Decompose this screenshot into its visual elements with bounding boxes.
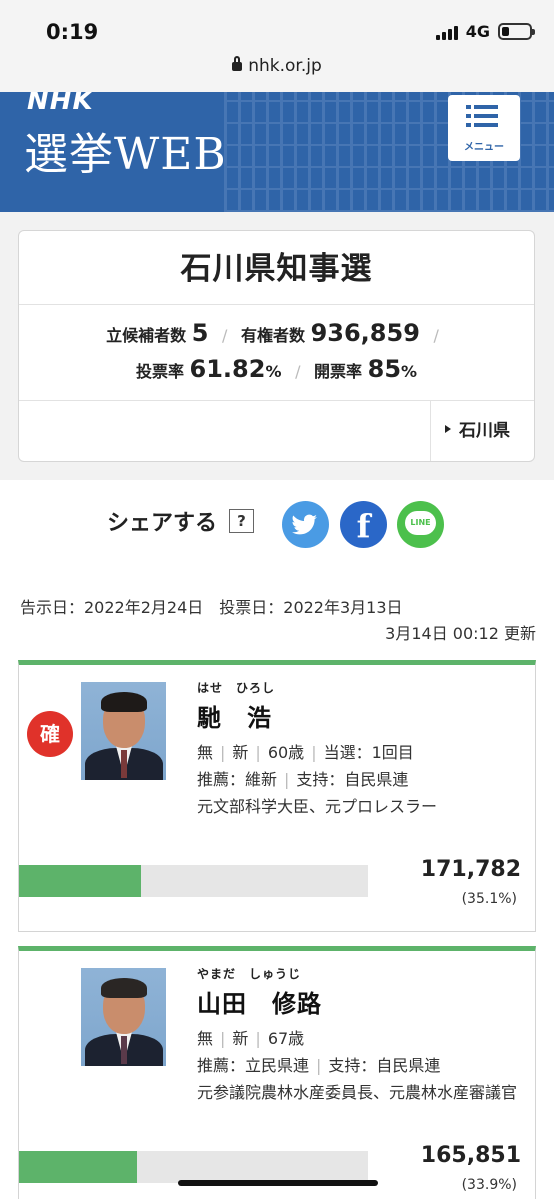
nhk-logo[interactable]: NHK — [27, 92, 94, 116]
candidate-party: 無 — [197, 743, 214, 762]
candidates-count-value: 5 — [191, 319, 209, 347]
prefecture-link[interactable]: 石川県 — [430, 401, 534, 461]
candidate-info: はせ ひろし 馳 浩 無 | 新 | 60歳 | 当選：1回目 推薦：維新 | 支持：自民県連 … — [197, 679, 517, 820]
line-icon[interactable]: LINE — [397, 501, 444, 548]
candidate-status: 新 — [232, 743, 249, 762]
url-text: nhk.or.jp — [248, 56, 322, 76]
menu-button[interactable]: メニュー — [448, 95, 520, 161]
candidate-party: 無 — [197, 1029, 214, 1048]
network-type: 4G — [465, 22, 490, 41]
candidate-name: 山田 修路 — [197, 990, 322, 1018]
candidate-endorse: 推薦：立民県連 — [197, 1056, 310, 1075]
menu-label: メニュー — [464, 142, 504, 153]
candidate-card[interactable]: 確 はせ ひろし 馳 浩 無 | 新 | 60歳 | 当選：1回目 推薦：維新 | 支持：自民県… — [18, 660, 536, 932]
vote-bar-fill — [19, 1151, 138, 1183]
candidate-career: 元参議院農林水産委員長、元農林水産審議官 — [197, 1083, 518, 1102]
prefecture-row: 石川県 — [19, 401, 534, 461]
facebook-icon[interactable]: f — [340, 501, 387, 548]
election-title: 石川県知事選 — [19, 231, 534, 305]
battery-icon — [498, 23, 535, 40]
candidate-basic-info: 無 | 新 | 60歳 | 当選：1回目 — [197, 743, 414, 762]
candidate-photo — [81, 968, 166, 1066]
candidate-kana: はせ ひろし — [197, 681, 276, 695]
candidate-endorsements: 推薦：維新 | 支持：自民県連 — [197, 770, 409, 789]
vote-count: 165,851 — [420, 1143, 521, 1168]
vote-percentage: (33.9%) — [461, 1177, 517, 1193]
vote-bar — [19, 865, 368, 897]
candidate-info: やまだ しゅうじ 山田 修路 無 | 新 | 67歳 推薦：立民県連 | 支持：自民県連 元… — [197, 965, 517, 1106]
stat-line-2: 投票率 61.82% / 開票率 85% — [135, 355, 418, 383]
share-row: シェアする ? — [107, 505, 255, 537]
election-summary-card: 石川県知事選 立候補者数 5 / 有権者数 936,859 / 投票率 61.8… — [18, 230, 535, 462]
turnout-unit: % — [265, 362, 282, 381]
candidate-basic-info: 無 | 新 | 67歳 — [197, 1029, 305, 1048]
results-section: シェアする ? f LINE 告示日：2022年2月24日 投票日：2022年3… — [0, 480, 554, 1199]
site-title[interactable]: 選挙WEB — [24, 118, 227, 182]
status-indicators: 4G — [435, 22, 535, 41]
twitter-icon[interactable] — [282, 501, 329, 548]
vote-bar — [19, 1151, 368, 1183]
candidate-kana: やまだ しゅうじ — [197, 967, 302, 981]
candidate-name: 馳 浩 — [197, 704, 272, 732]
election-stats: 立候補者数 5 / 有権者数 936,859 / 投票率 61.82% / 開票… — [19, 305, 534, 401]
address-bar[interactable]: nhk.or.jp — [0, 56, 554, 76]
lock-icon — [232, 56, 243, 71]
share-help-button[interactable]: ? — [229, 509, 255, 533]
turnout-value: 61.82 — [189, 355, 266, 383]
candidate-card[interactable]: やまだ しゅうじ 山田 修路 無 | 新 | 67歳 推薦：立民県連 | 支持：自民県連 元… — [18, 946, 536, 1199]
line-text: LINE — [405, 511, 436, 535]
vote-percentage: (35.1%) — [461, 891, 517, 907]
status-bar: 0:19 4G nhk.or.jp — [0, 0, 554, 92]
stat-line-1: 立候補者数 5 / 有権者数 936,859 / — [106, 319, 439, 347]
elected-badge: 確 — [27, 711, 73, 757]
election-dates: 告示日：2022年2月24日 投票日：2022年3月13日 — [20, 598, 403, 617]
candidate-age: 67歳 — [267, 1029, 305, 1048]
counted-value: 85 — [367, 355, 402, 383]
menu-icon — [466, 105, 500, 132]
voters-label: 有権者数 — [240, 326, 305, 345]
candidate-endorsements: 推薦：立民県連 | 支持：自民県連 — [197, 1056, 441, 1075]
candidates-count-label: 立候補者数 — [106, 326, 187, 345]
vote-count: 171,782 — [420, 857, 521, 882]
candidate-support: 支持：自民県連 — [328, 1056, 441, 1075]
counted-unit: % — [401, 362, 418, 381]
home-indicator[interactable] — [178, 1180, 378, 1186]
candidate-term: 当選：1回目 — [323, 743, 414, 762]
turnout-label: 投票率 — [135, 362, 184, 381]
site-header: NHK 選挙WEB メニュー — [0, 92, 554, 212]
updated-time: 3月14日 00:12 更新 — [385, 624, 536, 643]
vote-bar-fill — [19, 865, 142, 897]
candidate-age: 60歳 — [267, 743, 305, 762]
candidate-status: 新 — [232, 1029, 249, 1048]
counted-label: 開票率 — [314, 362, 363, 381]
candidate-photo — [81, 682, 166, 780]
candidate-endorse: 推薦：維新 — [197, 770, 278, 789]
status-time: 0:19 — [46, 20, 99, 44]
candidate-career: 元文部科学大臣、元プロレスラー — [197, 797, 438, 816]
share-label: シェアする — [107, 511, 218, 536]
signal-icon — [435, 24, 458, 40]
voters-value: 936,859 — [310, 319, 420, 347]
candidate-support: 支持：自民県連 — [296, 770, 409, 789]
